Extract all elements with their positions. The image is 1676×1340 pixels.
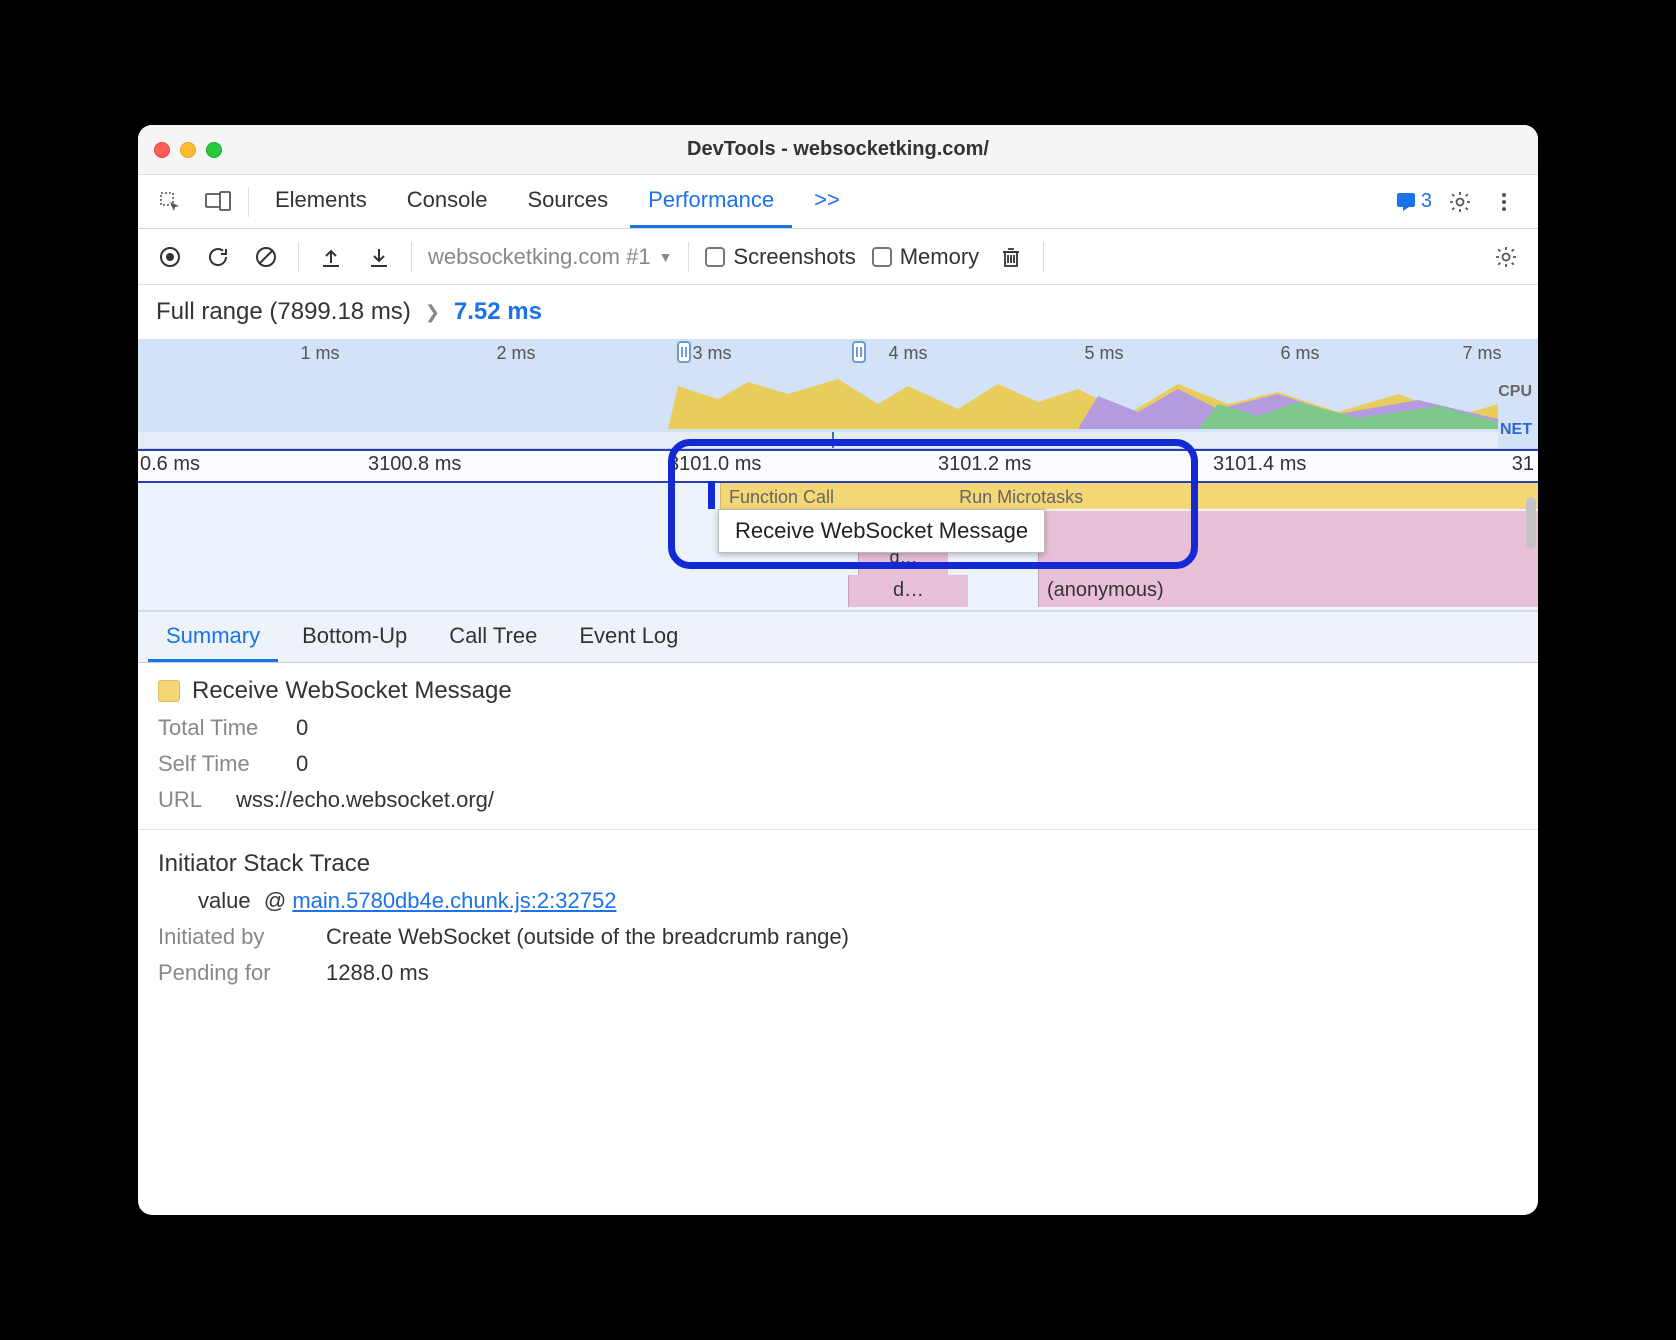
memory-checkbox[interactable]: Memory — [872, 244, 979, 270]
range-breadcrumb: Full range (7899.18 ms) ❯ 7.52 ms — [138, 285, 1538, 339]
close-window-button[interactable] — [154, 142, 170, 158]
more-vertical-icon[interactable] — [1488, 186, 1520, 218]
axis-tick: 4 ms — [888, 343, 927, 364]
flamechart-bar[interactable]: (anonymous) — [1038, 575, 1538, 607]
issues-count: 3 — [1421, 190, 1432, 213]
total-time-label: Total Time — [158, 715, 278, 741]
cpu-track-label: CPU — [1498, 383, 1532, 401]
scrollbar-thumb[interactable] — [1526, 497, 1536, 549]
axis-tick: 3 ms — [692, 343, 731, 364]
tab-sources[interactable]: Sources — [509, 175, 626, 228]
axis-tick: 5 ms — [1084, 343, 1123, 364]
overview-handle-right[interactable] — [852, 341, 866, 363]
self-time-value: 0 — [296, 751, 308, 777]
summary-panel: Receive WebSocket Message Total Time 0 S… — [138, 663, 1538, 1215]
device-toolbar-icon[interactable] — [196, 175, 240, 228]
devtools-window: DevTools - websocketking.com/ Elements C… — [138, 125, 1538, 1215]
timeline-overview[interactable]: 1 ms 2 ms 3 ms 4 ms 5 ms 6 ms 7 ms CPU N… — [138, 339, 1538, 449]
separator — [1043, 242, 1044, 272]
summary-title: Receive WebSocket Message — [158, 677, 1518, 705]
inspect-element-icon[interactable] — [148, 175, 192, 228]
axis-tick: 2 ms — [496, 343, 535, 364]
tab-bottom-up[interactable]: Bottom-Up — [284, 612, 425, 662]
record-button[interactable] — [154, 241, 186, 273]
screenshots-label: Screenshots — [733, 244, 855, 270]
url-label: URL — [158, 787, 218, 813]
download-icon[interactable] — [363, 241, 395, 273]
checkbox-icon — [872, 247, 892, 267]
axis-tick: 1 ms — [300, 343, 339, 364]
reload-record-button[interactable] — [202, 241, 234, 273]
divider — [138, 829, 1538, 830]
total-time-value: 0 — [296, 715, 308, 741]
flamechart[interactable]: 0.6 ms 3100.8 ms 3101.0 ms 3101.2 ms 310… — [138, 449, 1538, 611]
screenshots-checkbox[interactable]: Screenshots — [705, 244, 855, 270]
chevron-right-icon: ❯ — [425, 302, 440, 323]
url-value: wss://echo.websocket.org/ — [236, 787, 494, 813]
overview-handle-left[interactable] — [677, 341, 691, 363]
pending-for-label: Pending for — [158, 960, 308, 986]
details-tabs: Summary Bottom-Up Call Tree Event Log — [138, 611, 1538, 663]
axis-tick: 6 ms — [1280, 343, 1319, 364]
separator — [411, 242, 412, 272]
issues-badge[interactable]: 3 — [1395, 190, 1432, 213]
flamechart-tooltip: Receive WebSocket Message — [718, 509, 1045, 553]
memory-label: Memory — [900, 244, 979, 270]
checkbox-icon — [705, 247, 725, 267]
separator — [298, 242, 299, 272]
full-range-label[interactable]: Full range (7899.18 ms) — [156, 298, 411, 326]
clear-button[interactable] — [250, 241, 282, 273]
net-track-label: NET — [1500, 421, 1532, 439]
stack-source-link[interactable]: main.5780db4e.chunk.js:2:32752 — [292, 888, 616, 913]
separator — [688, 242, 689, 272]
category-color-swatch — [158, 680, 180, 702]
initiated-by-label: Initiated by — [158, 924, 308, 950]
traffic-lights — [154, 142, 222, 158]
flamechart-bar[interactable]: Function Call Run Microtasks — [720, 483, 1538, 509]
recording-selector[interactable]: websocketking.com #1 ▼ — [428, 244, 672, 270]
selected-range[interactable]: 7.52 ms — [454, 298, 542, 326]
cpu-chart — [138, 374, 1498, 429]
tabs-overflow-button[interactable]: >> — [796, 175, 858, 228]
devtools-tabs: Elements Console Sources Performance >> … — [138, 175, 1538, 229]
stack-trace-title: Initiator Stack Trace — [158, 850, 1518, 878]
tab-event-log[interactable]: Event Log — [561, 612, 696, 662]
flamechart-bar[interactable]: d… — [848, 575, 968, 607]
stack-frame: value @ main.5780db4e.chunk.js:2:32752 — [158, 888, 1518, 914]
overview-axis: 1 ms 2 ms 3 ms 4 ms 5 ms 6 ms 7 ms — [138, 343, 1538, 367]
performance-toolbar: websocketking.com #1 ▼ Screenshots Memor… — [138, 229, 1538, 285]
dropdown-chevron-icon: ▼ — [659, 249, 673, 265]
minimize-window-button[interactable] — [180, 142, 196, 158]
capture-settings-gear-icon[interactable] — [1490, 241, 1522, 273]
initiated-by-value: Create WebSocket (outside of the breadcr… — [326, 924, 849, 950]
tab-call-tree[interactable]: Call Tree — [431, 612, 555, 662]
collect-garbage-icon[interactable] — [995, 241, 1027, 273]
separator — [248, 187, 249, 217]
flamechart-bar[interactable] — [1038, 543, 1538, 575]
upload-icon[interactable] — [315, 241, 347, 273]
axis-tick: 7 ms — [1462, 343, 1501, 364]
recording-name: websocketking.com #1 — [428, 244, 651, 270]
tab-summary[interactable]: Summary — [148, 612, 278, 662]
titlebar: DevTools - websocketking.com/ — [138, 125, 1538, 175]
self-time-label: Self Time — [158, 751, 278, 777]
maximize-window-button[interactable] — [206, 142, 222, 158]
net-strip — [138, 432, 1498, 448]
selection-outline — [138, 449, 1538, 483]
window-title: DevTools - websocketking.com/ — [138, 138, 1538, 161]
tab-performance[interactable]: Performance — [630, 175, 792, 228]
tab-elements[interactable]: Elements — [257, 175, 385, 228]
tab-console[interactable]: Console — [389, 175, 506, 228]
pending-for-value: 1288.0 ms — [326, 960, 429, 986]
settings-gear-icon[interactable] — [1444, 186, 1476, 218]
